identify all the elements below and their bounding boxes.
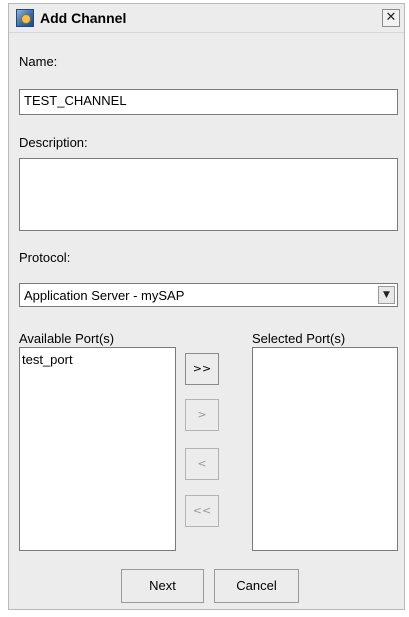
description-label: Description: <box>19 135 88 150</box>
protocol-select[interactable]: Application Server - mySAP ▼ <box>19 283 398 307</box>
move-all-right-button[interactable]: >> <box>185 353 219 385</box>
channel-app-icon <box>16 9 34 27</box>
move-all-left-button[interactable]: << <box>185 495 219 527</box>
chevron-down-icon[interactable]: ▼ <box>378 286 395 304</box>
selected-ports-list[interactable] <box>252 347 398 551</box>
dialog-title: Add Channel <box>40 10 127 26</box>
title-bar[interactable]: Add Channel ✕ <box>9 4 404 33</box>
protocol-selected-value: Application Server - mySAP <box>24 288 185 303</box>
protocol-label: Protocol: <box>19 250 71 265</box>
selected-ports-label: Selected Port(s) <box>252 331 346 346</box>
close-button[interactable]: ✕ <box>382 9 400 27</box>
add-channel-dialog: Add Channel ✕ Name: TEST_CHANNEL Descrip… <box>8 3 405 610</box>
available-ports-list[interactable]: test_port <box>19 347 176 551</box>
list-item[interactable]: test_port <box>20 348 175 367</box>
next-button[interactable]: Next <box>121 569 204 603</box>
name-label: Name: <box>19 54 58 69</box>
move-right-button[interactable]: > <box>185 399 219 431</box>
cancel-button[interactable]: Cancel <box>214 569 299 603</box>
description-field[interactable] <box>19 158 398 231</box>
name-field[interactable]: TEST_CHANNEL <box>19 89 398 115</box>
available-ports-label: Available Port(s) <box>19 331 115 346</box>
move-left-button[interactable]: < <box>185 448 219 480</box>
